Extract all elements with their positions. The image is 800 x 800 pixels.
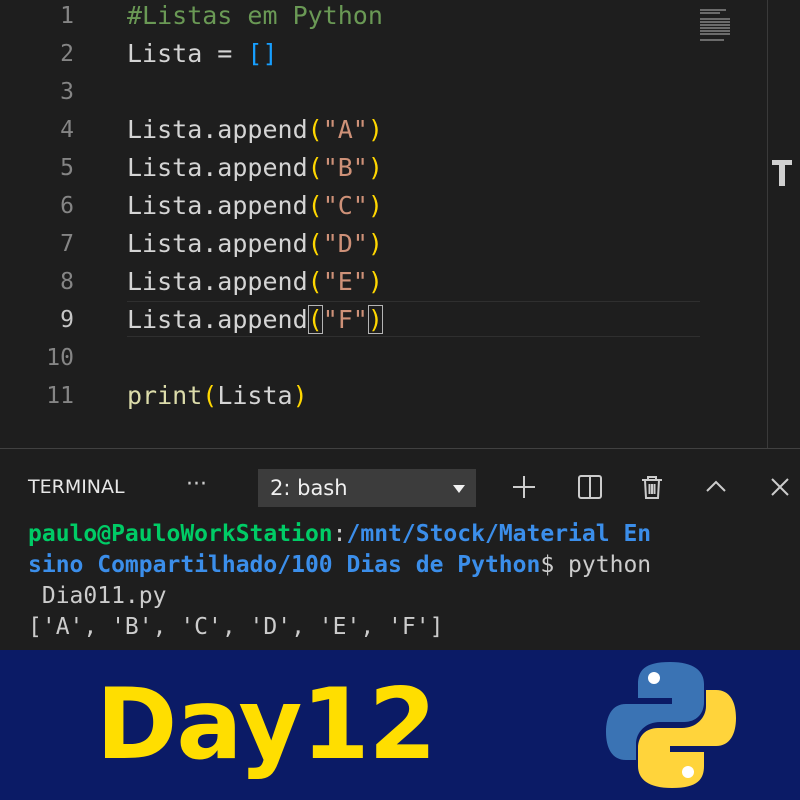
code-token: Lista.append — [127, 153, 308, 182]
python-logo-icon — [604, 658, 738, 792]
terminal-line: sino Compartilhado/100 Dias de Python$ p… — [28, 550, 788, 581]
line-number: 6 — [60, 193, 74, 219]
code-text: Lista.append("B") — [127, 149, 383, 187]
code-line[interactable]: 6 Lista.append("C") — [0, 187, 800, 225]
terminal-text: /mnt/Stock/Material En — [346, 521, 652, 547]
code-line[interactable]: 2 Lista = [] — [0, 35, 800, 73]
code-text: #Listas em Python — [127, 0, 383, 35]
code-token: Lista — [217, 381, 293, 410]
code-line[interactable]: 7 Lista.append("D") — [0, 225, 800, 263]
code-token: "B" — [322, 153, 368, 182]
code-token: ) — [292, 381, 308, 410]
terminal-text: Dia011.py — [28, 583, 167, 609]
code-token: ) — [367, 305, 383, 334]
code-editor[interactable]: 1 #Listas em Python 2 Lista = [] 3 4 Lista.app… — [0, 0, 800, 448]
code-token: ) — [367, 115, 383, 144]
line-number: 10 — [46, 345, 74, 371]
kill-terminal-button[interactable] — [638, 473, 666, 501]
new-terminal-button[interactable] — [510, 473, 538, 501]
code-line[interactable]: 4 Lista.append("A") — [0, 111, 800, 149]
trash-icon — [638, 476, 666, 505]
code-token: ( — [307, 305, 323, 334]
code-line[interactable]: 8 Lista.append("E") — [0, 263, 800, 301]
terminal-line: Dia011.py — [28, 581, 788, 612]
code-text: Lista = [] — [127, 35, 278, 73]
code-token: ( — [202, 381, 218, 410]
code-token: "F" — [322, 305, 368, 334]
line-number: 11 — [46, 383, 74, 409]
code-token: Lista = — [127, 39, 248, 68]
terminal-selector[interactable]: 2: bash — [258, 469, 476, 507]
plus-icon — [510, 476, 538, 505]
maximize-panel-button[interactable] — [702, 473, 730, 501]
code-token: ) — [367, 229, 383, 258]
split-icon — [576, 475, 604, 505]
line-number: 8 — [60, 269, 74, 295]
chevron-up-icon — [702, 480, 730, 505]
terminal-text: $ python — [540, 552, 652, 578]
line-number: 5 — [60, 155, 74, 181]
code-token: "C" — [322, 191, 368, 220]
code-token: #Listas em Python — [127, 1, 383, 30]
code-token: ( — [307, 115, 323, 144]
line-number: 7 — [60, 231, 74, 257]
terminal-text: : — [332, 521, 347, 547]
code-token: ( — [307, 267, 323, 296]
code-token: ( — [307, 153, 323, 182]
code-token: ( — [307, 191, 323, 220]
terminal-text: paulo@PauloWorkStation — [28, 521, 333, 547]
minimap[interactable] — [700, 8, 736, 44]
code-text: Lista.append("E") — [127, 263, 383, 301]
code-token: Lista.append — [127, 115, 308, 144]
dropdown-caret-icon — [452, 481, 466, 495]
code-token: print — [127, 381, 203, 410]
terminal-output[interactable]: paulo@PauloWorkStation:/mnt/Stock/Materi… — [28, 519, 788, 643]
scrollbar-marker-icon[interactable] — [772, 160, 792, 186]
code-token: [] — [247, 39, 278, 68]
code-token: Lista.append — [127, 229, 308, 258]
code-line[interactable]: 1 #Listas em Python — [0, 0, 800, 35]
day-banner: Day12 — [0, 650, 800, 800]
code-token: "D" — [322, 229, 368, 258]
terminal-line: ['A', 'B', 'C', 'D', 'E', 'F'] — [28, 612, 788, 643]
code-line[interactable]: 5 Lista.append("B") — [0, 149, 800, 187]
panel-header: TERMINAL ··· 2: bash — [0, 467, 800, 507]
code-token: ) — [367, 191, 383, 220]
line-number: 1 — [60, 3, 74, 29]
terminal-line: paulo@PauloWorkStation:/mnt/Stock/Materi… — [28, 519, 788, 550]
terminal-text: sino Compartilhado/100 Dias de Python — [28, 552, 541, 578]
code-token: ( — [307, 229, 323, 258]
code-text: Lista.append("C") — [127, 187, 383, 225]
code-line[interactable]: 11 print(Lista) — [0, 377, 800, 415]
code-text: Lista.append("F") — [127, 301, 383, 339]
code-text: Lista.append("D") — [127, 225, 383, 263]
line-number: 2 — [60, 41, 74, 67]
split-terminal-button[interactable] — [576, 473, 604, 501]
close-panel-button[interactable] — [766, 473, 794, 501]
code-text: print(Lista) — [127, 377, 308, 415]
code-token: "A" — [322, 115, 368, 144]
terminal-text: ['A', 'B', 'C', 'D', 'E', 'F'] — [28, 614, 444, 640]
more-actions-button[interactable]: ··· — [186, 467, 207, 503]
line-number: 9 — [60, 307, 74, 333]
code-token: Lista.append — [127, 267, 308, 296]
line-number: 4 — [60, 117, 74, 143]
code-text: Lista.append("A") — [127, 111, 383, 149]
terminal-selector-value: 2: bash — [270, 476, 348, 500]
close-icon — [766, 478, 794, 505]
code-token: ) — [367, 267, 383, 296]
code-line[interactable]: 9 Lista.append("F") — [0, 301, 800, 339]
code-token: Lista.append — [127, 305, 308, 334]
terminal-panel: TERMINAL ··· 2: bash paulo@PauloWorkStat… — [0, 448, 800, 651]
editor-ruler — [767, 0, 768, 448]
code-token: ) — [367, 153, 383, 182]
line-number: 3 — [60, 79, 74, 105]
code-line[interactable]: 3 — [0, 73, 800, 111]
code-token: "E" — [322, 267, 368, 296]
code-token: Lista.append — [127, 191, 308, 220]
code-line[interactable]: 10 — [0, 339, 800, 377]
tab-terminal[interactable]: TERMINAL — [28, 467, 125, 507]
day-title: Day12 — [96, 668, 437, 782]
